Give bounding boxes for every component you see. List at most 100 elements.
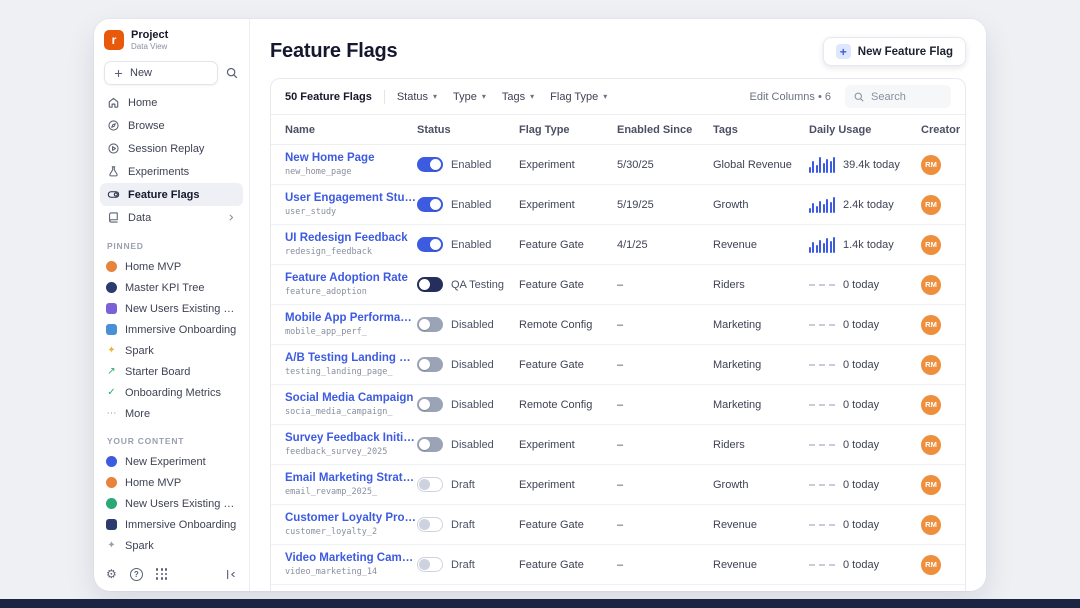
status-toggle[interactable]	[417, 197, 443, 212]
creator-avatar[interactable]: RM	[921, 315, 941, 335]
table-row[interactable]: Feature Adoption Rate feature_adoption Q…	[271, 265, 965, 305]
flag-name-link[interactable]: Video Marketing Campaign	[285, 552, 417, 565]
sidebar-item-home[interactable]: Home	[100, 91, 243, 114]
collapse-sidebar-icon[interactable]	[224, 568, 237, 581]
status-toggle[interactable]	[417, 477, 443, 492]
sidebar-item-data[interactable]: Data	[100, 206, 243, 229]
flag-name-link[interactable]: New Home Page	[285, 152, 417, 165]
column-header-name[interactable]: Name	[285, 124, 417, 136]
status-toggle[interactable]	[417, 277, 443, 292]
settings-gear-icon[interactable]: ⚙	[106, 567, 117, 581]
pinned-item-more[interactable]: ⋯More	[100, 403, 243, 424]
flag-name-link[interactable]: Feature Adoption Rate	[285, 272, 417, 285]
immersive-onboarding-icon	[106, 519, 117, 530]
flag-type-cell: Experiment	[519, 199, 617, 211]
creator-avatar[interactable]: RM	[921, 515, 941, 535]
table-search[interactable]	[845, 85, 951, 108]
sidebar-item-feature-flags[interactable]: Feature Flags	[100, 183, 243, 206]
table-row[interactable]: Social Media Campaign socia_media_campai…	[271, 385, 965, 425]
creator-avatar[interactable]: RM	[921, 155, 941, 175]
creator-avatar[interactable]: RM	[921, 235, 941, 255]
status-label: Disabled	[451, 439, 494, 451]
pinned-item-onboarding-metrics[interactable]: ✓Onboarding Metrics	[100, 382, 243, 403]
flag-name-link[interactable]: UI Redesign Feedback	[285, 232, 417, 245]
pinned-item-new-users-existing-orgs[interactable]: New Users Existing Orgs	[100, 298, 243, 319]
flag-name-link[interactable]: Survey Feedback Initiative	[285, 432, 417, 445]
table-row[interactable]: Customer Loyalty Program customer_loyalt…	[271, 505, 965, 545]
sidebar: r Project Data View New	[94, 19, 250, 591]
filter-tags[interactable]: Tags▾	[502, 91, 534, 103]
creator-cell: RM	[921, 395, 951, 415]
creator-avatar[interactable]: RM	[921, 395, 941, 415]
plus-icon: +	[836, 44, 851, 59]
column-header-enabled-since[interactable]: Enabled Since	[617, 124, 713, 136]
new-button[interactable]: New	[104, 61, 218, 85]
status-toggle[interactable]	[417, 437, 443, 452]
flag-name-link[interactable]: Social Media Campaign	[285, 392, 417, 405]
content-item-immersive-onboarding[interactable]: Immersive Onboarding	[100, 514, 243, 535]
edit-columns-button[interactable]: Edit Columns • 6	[750, 91, 832, 103]
nav-label: Experiments	[128, 166, 189, 178]
table-row[interactable]: Video Marketing Campaign video_marketing…	[271, 545, 965, 585]
status-toggle[interactable]	[417, 517, 443, 532]
usage-label: 2.4k today	[843, 199, 894, 211]
sidebar-item-experiments[interactable]: Experiments	[100, 160, 243, 183]
creator-avatar[interactable]: RM	[921, 195, 941, 215]
filter-status[interactable]: Status▾	[397, 91, 437, 103]
pinned-item-starter-board[interactable]: ↗Starter Board	[100, 361, 243, 382]
tags-cell: Growth	[713, 479, 809, 491]
project-switcher[interactable]: r Project Data View	[94, 29, 249, 53]
search-icon[interactable]	[225, 66, 239, 80]
flag-type-cell: Feature Gate	[519, 239, 617, 251]
content-item-new-experiment[interactable]: New Experiment	[100, 451, 243, 472]
creator-avatar[interactable]: RM	[921, 355, 941, 375]
flag-name-link[interactable]: A/B Testing Landing Page	[285, 352, 417, 365]
table-row[interactable]: Mobile App Performance mobile_app_perf_ …	[271, 305, 965, 345]
creator-avatar[interactable]: RM	[921, 275, 941, 295]
column-header-daily-usage[interactable]: Daily Usage	[809, 124, 921, 136]
creator-avatar[interactable]: RM	[921, 435, 941, 455]
table-row[interactable]: A/B Testing Landing Page testing_landing…	[271, 345, 965, 385]
project-meta: Project Data View	[131, 29, 168, 51]
content-item-spark[interactable]: ✦Spark	[100, 535, 243, 556]
status-cell: Enabled	[417, 237, 519, 252]
flag-name-link[interactable]: Customer Loyalty Program	[285, 512, 417, 525]
flag-name-link[interactable]: Mobile App Performance	[285, 312, 417, 325]
usage-cell: 0 today	[809, 359, 921, 371]
pinned-item-master-kpi-tree[interactable]: Master KPI Tree	[100, 277, 243, 298]
filter-flag-type[interactable]: Flag Type▾	[550, 91, 607, 103]
table-row[interactable]: User Engagement Study user_study Enabled…	[271, 185, 965, 225]
table-row[interactable]: New Home Page new_home_page Enabled Expe…	[271, 145, 965, 185]
status-toggle[interactable]	[417, 357, 443, 372]
status-toggle[interactable]	[417, 397, 443, 412]
filter-type[interactable]: Type▾	[453, 91, 486, 103]
pinned-item-home-mvp[interactable]: Home MVP	[100, 256, 243, 277]
table-row[interactable]: Survey Feedback Initiative feedback_surv…	[271, 425, 965, 465]
status-toggle[interactable]	[417, 557, 443, 572]
content-item-home-mvp[interactable]: Home MVP	[100, 472, 243, 493]
flag-name-link[interactable]: Email Marketing Strategy	[285, 472, 417, 485]
search-input[interactable]	[871, 91, 943, 103]
pinned-item-immersive-onboarding[interactable]: Immersive Onboarding	[100, 319, 243, 340]
status-toggle[interactable]	[417, 157, 443, 172]
help-icon[interactable]: ?	[130, 568, 143, 581]
flag-name-link[interactable]: User Engagement Study	[285, 192, 417, 205]
creator-avatar[interactable]: RM	[921, 555, 941, 575]
column-header-creator[interactable]: Creator	[921, 124, 960, 136]
sidebar-item-browse[interactable]: Browse	[100, 114, 243, 137]
creator-avatar[interactable]: RM	[921, 475, 941, 495]
column-header-tags[interactable]: Tags	[713, 124, 809, 136]
column-header-status[interactable]: Status	[417, 124, 519, 136]
apps-grid-icon[interactable]	[156, 568, 168, 580]
name-cell: Feature Adoption Rate feature_adoption	[285, 272, 417, 297]
pinned-item-spark[interactable]: ✦Spark	[100, 340, 243, 361]
content-item-new-users-existing-orgs[interactable]: New Users Existing Orgs	[100, 493, 243, 514]
status-toggle[interactable]	[417, 237, 443, 252]
status-toggle[interactable]	[417, 317, 443, 332]
status-label: Draft	[451, 519, 475, 531]
new-feature-flag-button[interactable]: + New Feature Flag	[823, 37, 966, 66]
sidebar-item-session-replay[interactable]: Session Replay	[100, 137, 243, 160]
column-header-flag-type[interactable]: Flag Type	[519, 124, 617, 136]
table-row[interactable]: UI Redesign Feedback redesign_feedback E…	[271, 225, 965, 265]
table-row[interactable]: Email Marketing Strategy email_revamp_20…	[271, 465, 965, 505]
